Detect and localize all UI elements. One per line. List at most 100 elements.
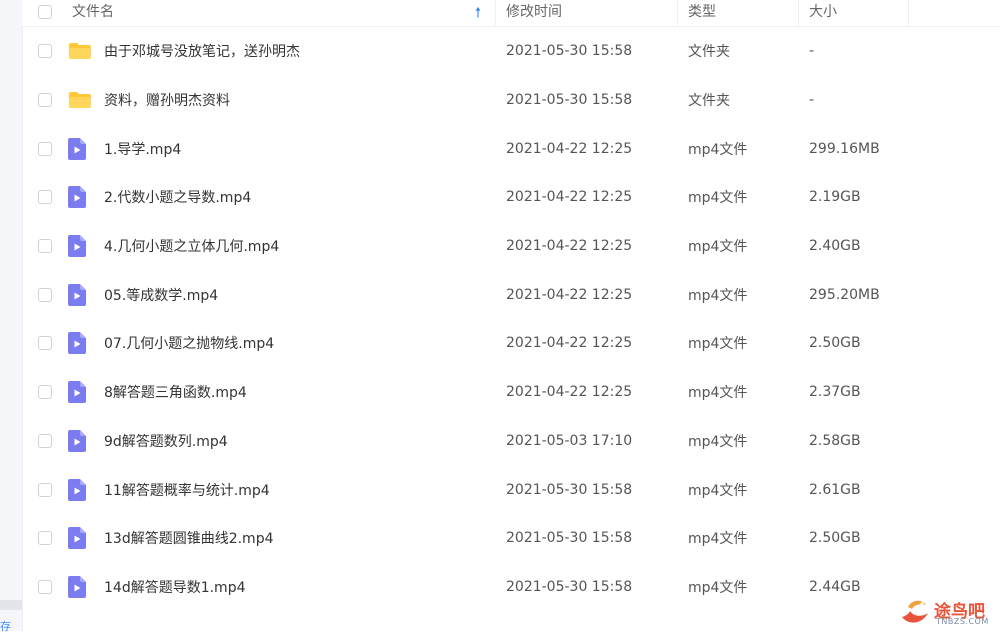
- file-name[interactable]: 2.代数小题之导数.mp4: [104, 173, 251, 222]
- file-size: 2.61GB: [809, 481, 861, 498]
- watermark-domain: TNBZS.COM: [936, 617, 989, 626]
- video-file-icon: [68, 137, 86, 160]
- video-file-icon: [68, 186, 86, 209]
- file-type: 文件夹: [688, 93, 730, 110]
- row-checkbox[interactable]: [38, 287, 52, 302]
- file-modified-time: 2021-05-30 15:58: [506, 43, 633, 60]
- file-row[interactable]: 9d解答题数列.mp4 2021-05-03 17:10 mp4文件 2.58GB: [22, 417, 1000, 466]
- left-sidebar-rail: 存: [0, 0, 23, 633]
- file-row[interactable]: 2.代数小题之导数.mp4 2021-04-22 12:25 mp4文件 2.19GB: [22, 173, 1000, 222]
- file-type: mp4文件: [688, 287, 748, 304]
- file-row[interactable]: 由于邓城号没放笔记，送孙明杰 2021-05-30 15:58 文件夹 -: [22, 27, 1000, 76]
- file-modified-time: 2021-04-22 12:25: [506, 140, 633, 157]
- file-type: 文件夹: [688, 44, 730, 61]
- file-name[interactable]: 8解答题三角函数.mp4: [104, 368, 247, 417]
- file-size: 2.50GB: [809, 335, 861, 352]
- file-modified-time: 2021-04-22 12:25: [506, 335, 633, 352]
- row-checkbox[interactable]: [38, 141, 52, 156]
- file-name[interactable]: 1.导学.mp4: [104, 124, 181, 173]
- row-checkbox[interactable]: [38, 385, 52, 400]
- sort-ascending-icon[interactable]: 🠕: [475, 2, 481, 26]
- file-modified-time: 2021-04-22 12:25: [506, 384, 633, 401]
- file-size: 2.37GB: [809, 384, 861, 401]
- file-row[interactable]: 8解答题三角函数.mp4 2021-04-22 12:25 mp4文件 2.37GB: [22, 368, 1000, 417]
- folder-icon: [69, 43, 91, 60]
- file-rows: 由于邓城号没放笔记，送孙明杰 2021-05-30 15:58 文件夹 - 资料，赠孙明…: [22, 27, 1000, 611]
- bird-logo-icon: [902, 600, 928, 623]
- file-type: mp4文件: [688, 385, 748, 402]
- sidebar-partial-label: 存: [0, 620, 11, 633]
- column-header-modified[interactable]: 修改时间: [506, 0, 676, 26]
- video-file-icon: [68, 235, 86, 258]
- file-row[interactable]: 11解答题概率与统计.mp4 2021-05-30 15:58 mp4文件 2.61G…: [22, 465, 1000, 514]
- column-header-name[interactable]: 文件名: [72, 0, 472, 26]
- row-checkbox[interactable]: [38, 44, 52, 59]
- file-list-header: 文件名 🠕 修改时间 类型 大小: [22, 0, 1000, 27]
- file-type: mp4文件: [688, 141, 748, 158]
- select-all-checkbox[interactable]: [38, 5, 52, 19]
- file-size: 2.19GB: [809, 189, 861, 206]
- row-checkbox[interactable]: [38, 579, 52, 594]
- file-modified-time: 2021-04-22 12:25: [506, 238, 633, 255]
- file-modified-time: 2021-05-03 17:10: [506, 432, 633, 449]
- row-checkbox[interactable]: [38, 93, 52, 108]
- file-modified-time: 2021-05-30 15:58: [506, 481, 633, 498]
- column-divider[interactable]: [798, 0, 799, 26]
- file-name[interactable]: 14d解答题导数1.mp4: [104, 563, 246, 612]
- file-row[interactable]: 4.几何小题之立体几何.mp4 2021-04-22 12:25 mp4文件 2.40…: [22, 222, 1000, 271]
- row-checkbox[interactable]: [38, 482, 52, 497]
- file-size: 2.50GB: [809, 530, 861, 547]
- video-file-icon: [68, 283, 86, 306]
- file-name[interactable]: 05.等成数学.mp4: [104, 270, 218, 319]
- row-checkbox[interactable]: [38, 531, 52, 546]
- file-type: mp4文件: [688, 531, 748, 548]
- video-file-icon: [68, 575, 86, 598]
- row-checkbox[interactable]: [38, 190, 52, 205]
- site-watermark: 途鸟吧 TNBZS.COM: [898, 595, 994, 629]
- file-name[interactable]: 13d解答题圆锥曲线2.mp4: [104, 514, 274, 563]
- column-divider[interactable]: [677, 0, 678, 26]
- column-divider[interactable]: [908, 0, 909, 26]
- file-size: 2.58GB: [809, 432, 861, 449]
- file-modified-time: 2021-04-22 12:25: [506, 286, 633, 303]
- file-size: 299.16MB: [809, 140, 880, 157]
- row-checkbox[interactable]: [38, 239, 52, 254]
- file-row[interactable]: 07.几何小题之抛物线.mp4 2021-04-22 12:25 mp4文件 2.50…: [22, 319, 1000, 368]
- file-modified-time: 2021-04-22 12:25: [506, 189, 633, 206]
- file-row[interactable]: 资料，赠孙明杰资料 2021-05-30 15:58 文件夹 -: [22, 76, 1000, 125]
- video-file-icon: [68, 429, 86, 452]
- file-row[interactable]: 14d解答题导数1.mp4 2021-05-30 15:58 mp4文件 2.44GB: [22, 563, 1000, 612]
- sidebar-scrollbar[interactable]: [0, 600, 22, 610]
- file-row[interactable]: 13d解答题圆锥曲线2.mp4 2021-05-30 15:58 mp4文件 2.50…: [22, 514, 1000, 563]
- file-row[interactable]: 05.等成数学.mp4 2021-04-22 12:25 mp4文件 295.20MB: [22, 270, 1000, 319]
- file-size: 2.44GB: [809, 578, 861, 595]
- file-modified-time: 2021-05-30 15:58: [506, 530, 633, 547]
- column-header-size[interactable]: 大小: [809, 0, 909, 26]
- file-name[interactable]: 资料，赠孙明杰资料: [104, 76, 230, 125]
- column-header-type[interactable]: 类型: [688, 0, 788, 26]
- file-size: -: [809, 92, 815, 109]
- file-modified-time: 2021-05-30 15:58: [506, 92, 633, 109]
- file-type: mp4文件: [688, 336, 748, 353]
- file-name[interactable]: 9d解答题数列.mp4: [104, 417, 228, 466]
- row-checkbox[interactable]: [38, 433, 52, 448]
- file-size: -: [809, 43, 815, 60]
- file-type: mp4文件: [688, 433, 748, 450]
- file-name[interactable]: 11解答题概率与统计.mp4: [104, 465, 270, 514]
- video-file-icon: [68, 478, 86, 501]
- folder-icon: [69, 92, 91, 109]
- file-row[interactable]: 1.导学.mp4 2021-04-22 12:25 mp4文件 299.16MB: [22, 124, 1000, 173]
- file-name[interactable]: 07.几何小题之抛物线.mp4: [104, 319, 274, 368]
- video-file-icon: [68, 332, 86, 355]
- file-modified-time: 2021-05-30 15:58: [506, 578, 633, 595]
- file-list: 文件名 🠕 修改时间 类型 大小 由于邓城号没放笔记，送孙明杰 2021-05-3…: [22, 0, 1000, 611]
- file-name[interactable]: 4.几何小题之立体几何.mp4: [104, 222, 279, 271]
- row-checkbox[interactable]: [38, 336, 52, 351]
- video-file-icon: [68, 381, 86, 404]
- file-size: 295.20MB: [809, 286, 880, 303]
- file-name[interactable]: 由于邓城号没放笔记，送孙明杰: [104, 27, 300, 76]
- column-divider[interactable]: [495, 0, 496, 26]
- file-type: mp4文件: [688, 190, 748, 207]
- video-file-icon: [68, 527, 86, 550]
- file-type: mp4文件: [688, 579, 748, 596]
